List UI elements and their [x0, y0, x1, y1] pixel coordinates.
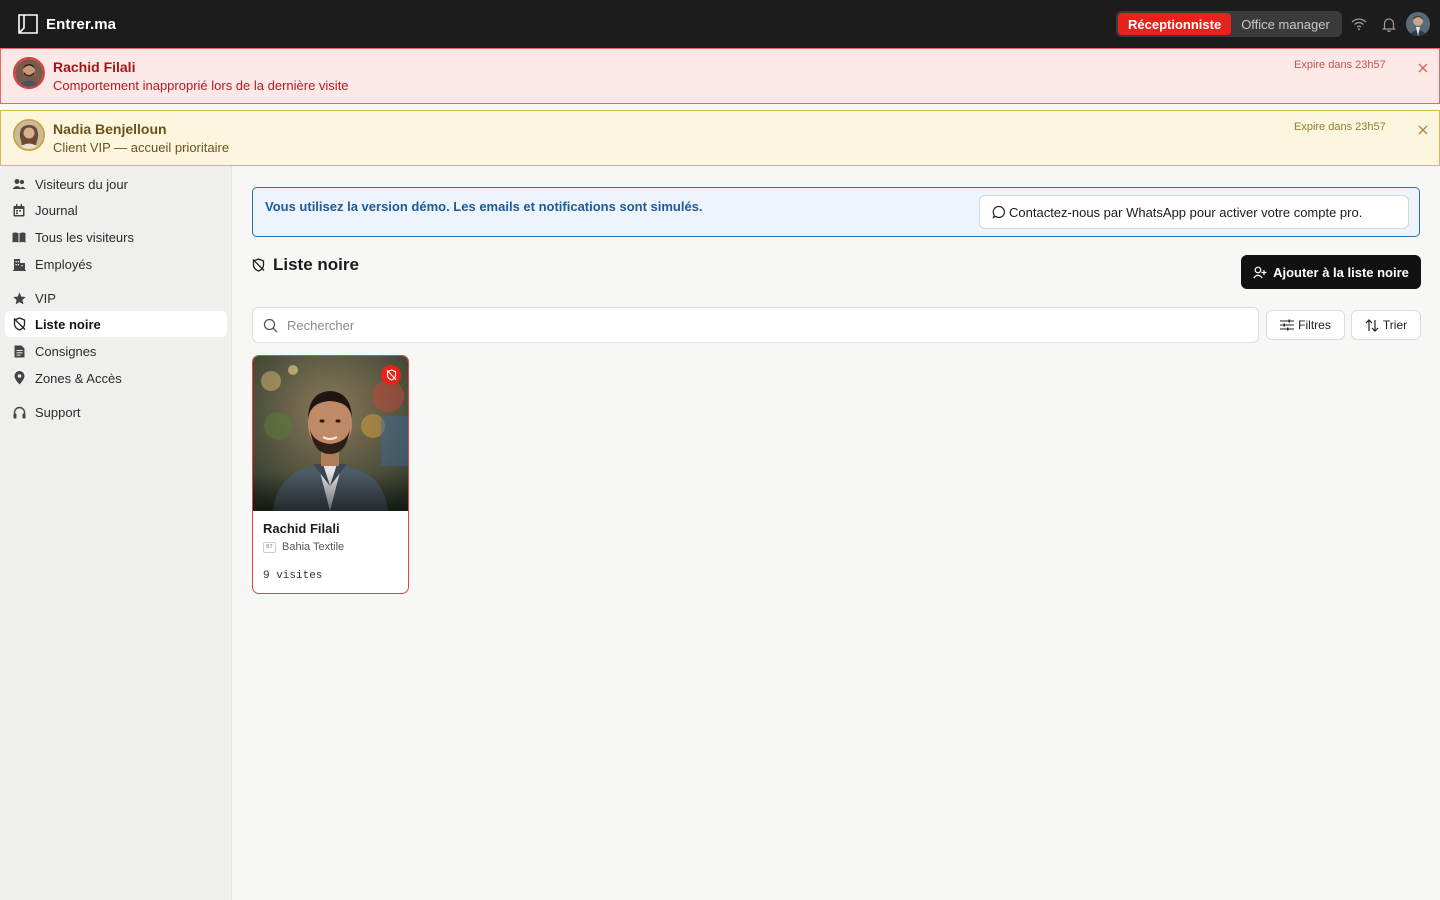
app-brand: Entrer.ma — [46, 15, 117, 33]
sidebar-item-label: Visiteurs du jour — [35, 176, 128, 192]
sort-arrows-icon — [1365, 318, 1379, 332]
user-plus-icon — [1253, 266, 1267, 279]
calendar-icon — [12, 203, 26, 217]
chat-bubble-icon — [992, 205, 1006, 219]
add-to-blacklist-button[interactable]: Ajouter à la liste noire — [1241, 255, 1421, 289]
visitor-name: Rachid Filali — [263, 521, 340, 536]
sidebar-item-label: Support — [35, 404, 81, 420]
alert-banner-danger: Rachid Filali Comportement inapproprié l… — [0, 48, 1440, 104]
page-title-text: Liste noire — [273, 255, 359, 274]
sidebar-item-employes[interactable]: Employés — [5, 251, 227, 277]
search-icon — [263, 318, 278, 333]
alert-name: Rachid Filali — [53, 59, 136, 75]
whatsapp-contact-button[interactable]: Contactez-nous par WhatsApp pour activer… — [979, 195, 1409, 229]
close-icon[interactable] — [1416, 61, 1430, 75]
role-receptionniste-button[interactable]: Réceptionniste — [1118, 13, 1232, 35]
top-bar: Entrer.ma Réceptionniste Office manager — [0, 0, 1440, 48]
blacklist-badge-icon — [381, 365, 401, 385]
bell-icon[interactable] — [1379, 14, 1399, 34]
building-icon — [12, 257, 26, 271]
alert-avatar — [13, 119, 45, 151]
map-pin-icon — [12, 371, 26, 385]
users-icon — [12, 177, 26, 191]
sidebar-item-vip[interactable]: VIP — [5, 285, 227, 311]
shield-off-icon — [12, 317, 26, 331]
search-input[interactable] — [287, 317, 1187, 333]
visit-count: 9 visites — [263, 570, 323, 582]
whatsapp-label: Contactez-nous par WhatsApp pour activer… — [1009, 204, 1363, 220]
sidebar: Visiteurs du jour Journal Tous les visit… — [0, 166, 232, 900]
sidebar-item-label: Liste noire — [35, 316, 101, 332]
role-switch: Réceptionniste Office manager — [1116, 11, 1342, 37]
sidebar-item-label: Zones & Accès — [35, 370, 122, 386]
sliders-icon — [1280, 319, 1295, 331]
document-icon — [12, 344, 26, 358]
search-box — [252, 307, 1259, 343]
alert-message: Comportement inapproprié lors de la dern… — [53, 78, 349, 93]
headphones-icon — [12, 405, 26, 419]
sidebar-item-label: Consignes — [35, 343, 97, 359]
shield-off-icon — [252, 258, 266, 272]
company-name: Bahia Textile — [282, 541, 345, 553]
sidebar-item-support[interactable]: Support — [5, 399, 227, 425]
sidebar-item-zones-acces[interactable]: Zones & Accès — [5, 365, 227, 391]
close-icon[interactable] — [1416, 123, 1430, 137]
sidebar-item-tous-les-visiteurs[interactable]: Tous les visiteurs — [5, 224, 227, 250]
book-icon — [12, 230, 26, 244]
star-icon — [12, 291, 26, 305]
add-button-label: Ajouter à la liste noire — [1273, 264, 1409, 280]
sort-label: Trier — [1382, 318, 1408, 332]
company-logo-icon: BT — [263, 541, 276, 553]
alert-expire-text: Expire dans 23h57 — [1294, 59, 1386, 71]
alert-avatar — [13, 57, 45, 89]
alert-message: Client VIP — accueil prioritaire — [53, 140, 230, 155]
filters-label: Filtres — [1298, 318, 1331, 332]
alert-banner-vip: Nadia Benjelloun Client VIP — accueil pr… — [0, 110, 1440, 166]
user-avatar[interactable] — [1406, 12, 1430, 36]
app-logo[interactable]: Entrer.ma — [18, 14, 116, 34]
filters-button[interactable]: Filtres — [1266, 310, 1345, 340]
role-office-manager-button[interactable]: Office manager — [1231, 13, 1340, 35]
sidebar-item-label: Employés — [35, 256, 93, 272]
sidebar-item-visiteurs-du-jour[interactable]: Visiteurs du jour — [5, 171, 227, 197]
sidebar-item-label: Tous les visiteurs — [35, 229, 134, 245]
logo-mark-icon — [18, 14, 38, 34]
sidebar-item-journal[interactable]: Journal — [5, 197, 227, 223]
page-title: Liste noire — [252, 255, 359, 275]
visitor-company: BT Bahia Textile — [263, 541, 344, 553]
sidebar-item-label: VIP — [35, 290, 56, 306]
sidebar-item-label: Journal — [35, 202, 78, 218]
sidebar-item-consignes[interactable]: Consignes — [5, 338, 227, 364]
alert-expire-text: Expire dans 23h57 — [1294, 121, 1386, 133]
sidebar-item-liste-noire[interactable]: Liste noire — [5, 311, 227, 337]
demo-text: Vous utilisez la version démo. Les email… — [265, 199, 703, 214]
demo-banner: Vous utilisez la version démo. Les email… — [252, 187, 1420, 237]
alert-name: Nadia Benjelloun — [53, 121, 167, 137]
sort-button[interactable]: Trier — [1351, 310, 1421, 340]
visitor-card[interactable]: Rachid Filali BT Bahia Textile 9 visites — [252, 355, 409, 594]
wifi-icon[interactable] — [1349, 14, 1369, 34]
